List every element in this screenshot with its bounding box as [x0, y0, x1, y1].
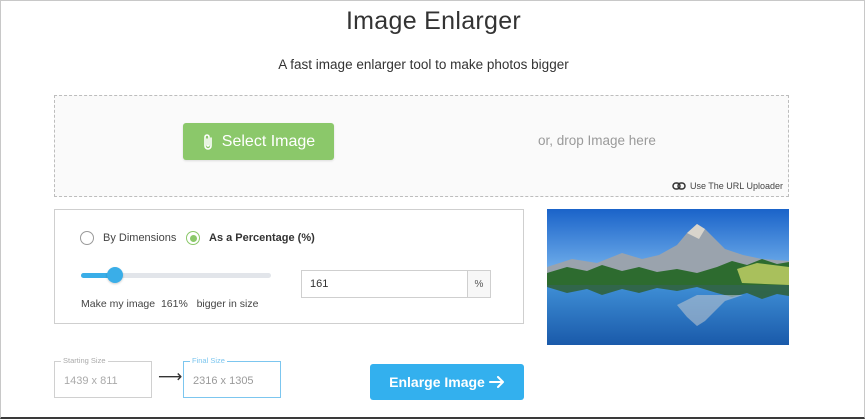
starting-size-label: Starting Size — [61, 356, 108, 365]
by-dimensions-label: By Dimensions — [103, 232, 177, 244]
enlarge-image-label: Enlarge Image — [389, 374, 485, 390]
summary-value: 161% — [160, 298, 188, 310]
url-uploader-link[interactable]: Use The URL Uploader — [672, 181, 783, 191]
option-as-percentage[interactable]: As a Percentage (%) — [186, 231, 315, 245]
final-size-label: Final Size — [190, 356, 227, 365]
app-window: Image Enlarger A fast image enlarger too… — [0, 0, 865, 419]
option-by-dimensions[interactable]: By Dimensions — [80, 231, 176, 245]
image-preview — [547, 209, 789, 345]
starting-size-field: Starting Size 1439 x 811 — [54, 356, 152, 398]
radio-by-dimensions[interactable] — [80, 231, 94, 245]
summary-suffix: bigger in size — [196, 298, 259, 310]
percentage-input-group: % — [301, 270, 491, 298]
final-size-field: Final Size 2316 x 1305 — [183, 356, 281, 398]
mountain-lake-image — [547, 209, 789, 345]
drop-hint: or, drop Image here — [538, 133, 656, 148]
page-title: Image Enlarger — [345, 7, 522, 35]
slider-handle[interactable] — [107, 267, 124, 283]
as-percentage-label: As a Percentage (%) — [209, 232, 315, 244]
final-size-value: 2316 x 1305 — [193, 375, 254, 387]
percentage-input[interactable] — [302, 271, 467, 297]
select-image-label: Select Image — [221, 132, 316, 150]
url-uploader-label: Use The URL Uploader — [689, 181, 783, 191]
paperclip-icon — [203, 133, 212, 150]
arrow-right-icon — [488, 376, 504, 388]
enlarge-image-button[interactable]: Enlarge Image — [370, 364, 524, 400]
page-subtitle: A fast image enlarger tool to make photo… — [278, 57, 569, 72]
percentage-slider[interactable] — [81, 267, 271, 283]
radio-as-percentage[interactable] — [186, 231, 200, 245]
link-icon — [672, 182, 686, 190]
select-image-button[interactable]: Select Image — [183, 123, 334, 160]
arrow-right-icon: ⟶ — [158, 367, 183, 386]
enlarge-options-panel: By Dimensions As a Percentage (%) Make m… — [54, 209, 524, 324]
percent-unit: % — [467, 271, 490, 297]
upload-dropzone[interactable]: Select Image or, drop Image here Use The… — [54, 95, 789, 197]
summary-prefix: Make my image — [81, 298, 156, 310]
starting-size-value: 1439 x 811 — [64, 375, 118, 387]
enlarge-summary: Make my image 161% bigger in size — [81, 298, 258, 310]
